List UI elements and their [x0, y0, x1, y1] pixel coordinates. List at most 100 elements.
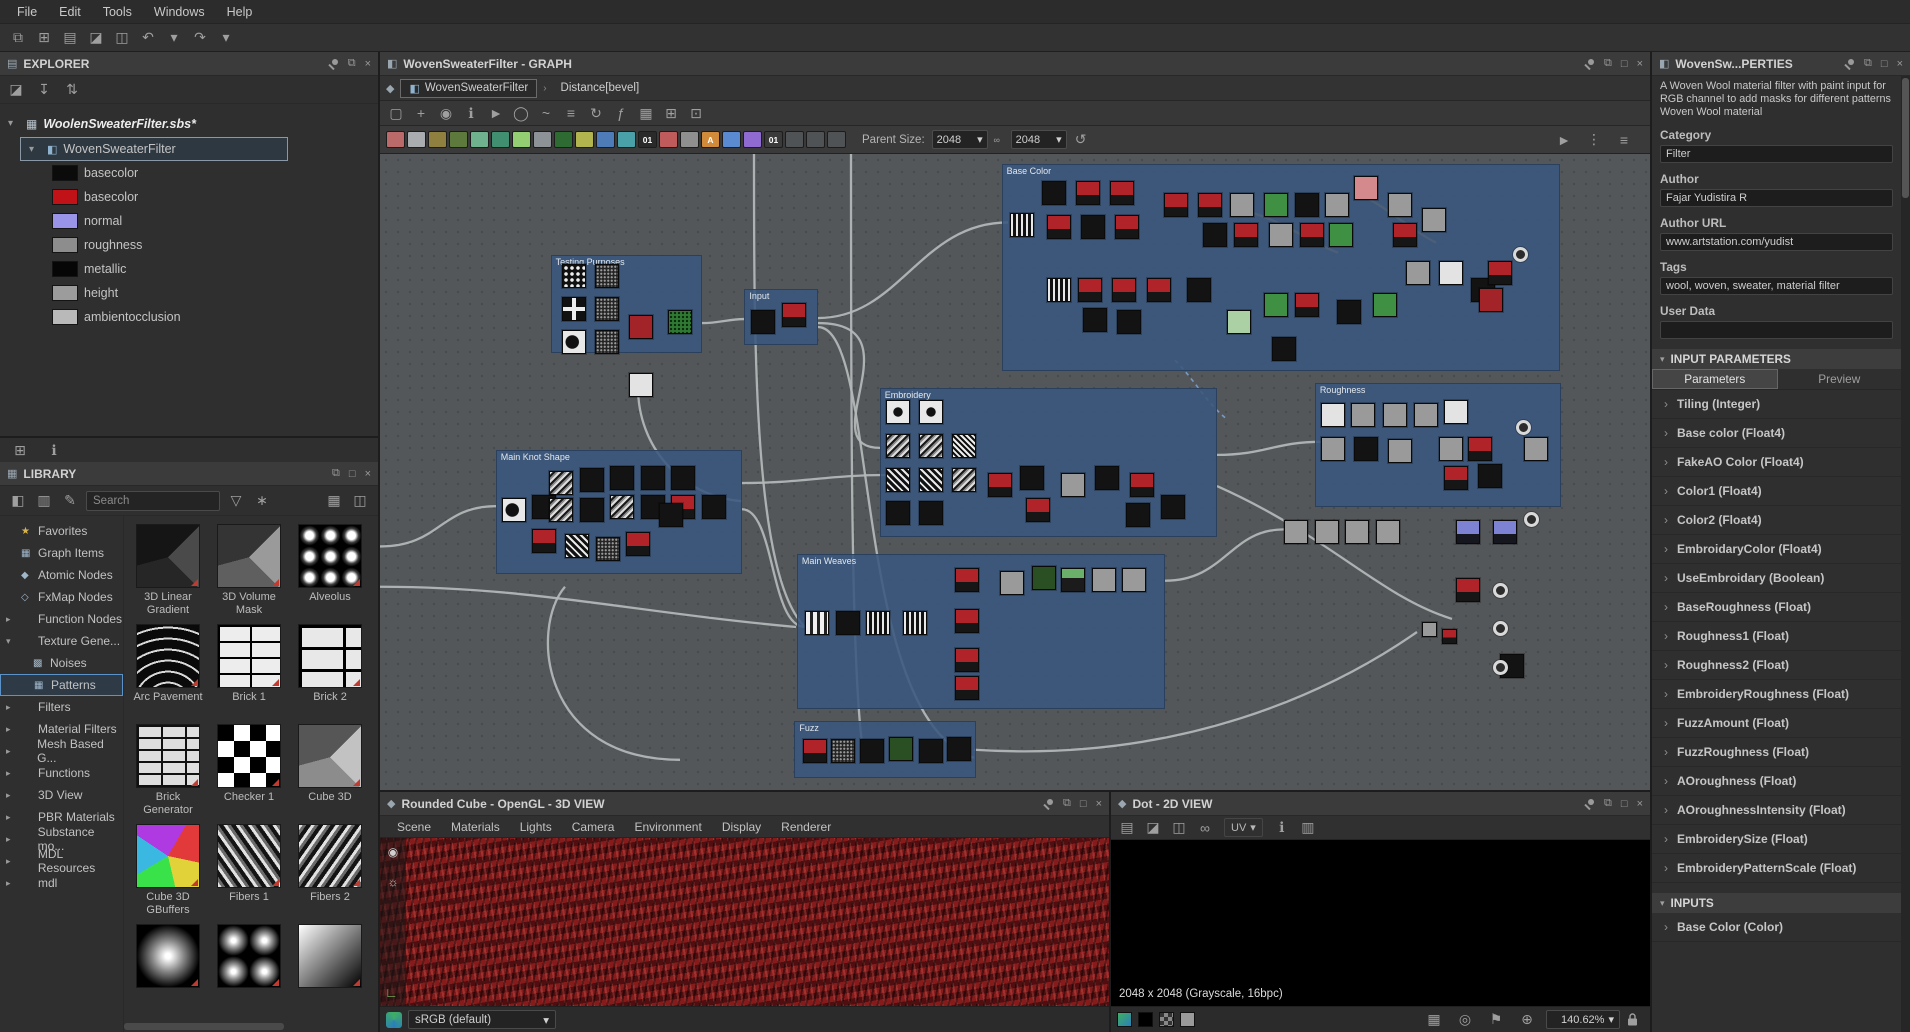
view3d-menu-item[interactable]: Materials [442, 820, 509, 834]
edit-icon[interactable]: ✎ [58, 489, 82, 513]
graph-node[interactable] [1061, 473, 1086, 498]
graph-node[interactable] [561, 263, 586, 288]
graph-node[interactable] [1413, 402, 1438, 427]
expander-icon[interactable]: ▾ [8, 118, 20, 129]
category-arrow-icon[interactable]: ▸ [6, 790, 16, 801]
graph-node[interactable] [565, 534, 590, 559]
graph-node[interactable] [561, 296, 586, 321]
library-category[interactable]: ◆ Atomic Nodes [0, 564, 123, 586]
graph-node[interactable] [1202, 223, 1227, 248]
category-arrow-icon[interactable]: ▸ [6, 768, 16, 779]
directional-motion-node-icon[interactable] [554, 131, 573, 148]
normal-node-icon[interactable] [596, 131, 615, 148]
size-reset-icon[interactable]: ↺ [1069, 128, 1093, 152]
menu-item[interactable]: File [6, 0, 48, 24]
graph-node[interactable] [1046, 214, 1071, 239]
library-item[interactable] [213, 924, 285, 1018]
maximize-icon[interactable]: □ [1080, 798, 1087, 810]
graph-node[interactable] [782, 302, 807, 327]
maximize-icon[interactable]: □ [1881, 58, 1888, 70]
view3d-menu-item[interactable]: Scene [388, 820, 440, 834]
graph-node[interactable] [1324, 193, 1349, 217]
float-icon[interactable]: ⧉ [1604, 57, 1612, 70]
parameter-row[interactable]: › FakeAO Color (Float4) [1652, 448, 1901, 477]
graph-node[interactable] [610, 495, 635, 520]
blend-node-icon[interactable] [407, 131, 426, 148]
graph-node[interactable] [1329, 223, 1354, 248]
pan-icon[interactable]: + [409, 101, 433, 125]
graph-node[interactable] [918, 434, 943, 459]
graph-node[interactable] [1010, 212, 1035, 237]
graph-node[interactable] [1487, 261, 1512, 286]
import-icon[interactable]: ↧ [32, 78, 56, 102]
library-item[interactable]: Brick Generator [132, 724, 204, 818]
close-icon[interactable]: × [1897, 58, 1903, 70]
parameter-row[interactable]: › Base color (Float4) [1652, 419, 1901, 448]
graph-node[interactable] [1456, 519, 1481, 544]
undo-caret-icon[interactable]: ▾ [162, 26, 186, 50]
graph-node[interactable] [1025, 497, 1050, 522]
undo-icon[interactable]: ↶ [136, 26, 160, 50]
graph-node[interactable] [1492, 620, 1508, 636]
graph-node[interactable] [1019, 466, 1044, 490]
uv-mode-select[interactable]: UV ▾ [1224, 818, 1263, 837]
graph-node[interactable] [1268, 223, 1293, 248]
maximize-icon[interactable]: □ [1621, 58, 1628, 70]
library-item[interactable]: 3D Volume Mask [213, 524, 285, 618]
float-icon[interactable]: ⧉ [1063, 797, 1071, 810]
graph-node[interactable] [1046, 278, 1071, 303]
inputs-section-header[interactable]: ▾ INPUTS [1652, 893, 1901, 913]
output-row[interactable]: height [44, 281, 378, 305]
curve-node-icon[interactable] [470, 131, 489, 148]
thumbnails-view-icon[interactable]: ▦ [322, 489, 346, 513]
parameter-row[interactable]: › EmbroideryPatternScale (Float) [1652, 854, 1901, 883]
graph-node[interactable] [1524, 436, 1549, 461]
size-link-icon[interactable]: ∞ [990, 128, 1004, 152]
library-category[interactable]: ★ Favorites [0, 520, 123, 542]
output-row[interactable]: roughness [44, 233, 378, 257]
graph-node[interactable] [626, 531, 651, 556]
graph-node[interactable] [1041, 180, 1066, 205]
menu-item[interactable]: Edit [48, 0, 92, 24]
graph-node[interactable] [561, 329, 586, 354]
library-item-thumbnail[interactable] [298, 524, 362, 588]
graph-node[interactable] [918, 739, 943, 764]
graph-node[interactable] [1392, 223, 1417, 248]
graph-node[interactable] [1353, 436, 1378, 461]
output-row[interactable]: ambientocclusion [44, 305, 378, 329]
zoom-level-input[interactable]: 140.62% ▾ [1546, 1010, 1620, 1029]
graph-node[interactable] [1422, 622, 1438, 638]
pixel-processor-node-icon[interactable] [743, 131, 762, 148]
package-row[interactable]: ▾ ▦ WoolenSweaterFilter.sbs* [0, 110, 378, 137]
input-parameters-section-header[interactable]: ▾ INPUT PARAMETERS [1652, 349, 1901, 369]
comment-icon[interactable] [785, 131, 804, 148]
graph-node[interactable] [667, 310, 692, 334]
graph-node[interactable] [579, 497, 604, 522]
graph-node[interactable] [902, 611, 927, 636]
graph-node[interactable] [1110, 180, 1135, 205]
graph-node[interactable] [1314, 519, 1339, 544]
graph-node[interactable] [501, 497, 526, 522]
screenshot-icon[interactable]: ◉ [434, 101, 458, 125]
save-icon[interactable]: ◪ [84, 26, 108, 50]
parent-size-height-select[interactable]: 2048 ▾ [1010, 130, 1067, 149]
library-item[interactable]: Checker 1 [213, 724, 285, 818]
graph-link-icon[interactable]: ⧉ [6, 26, 30, 50]
library-category[interactable]: ▦ Patterns [0, 674, 123, 696]
graph-node[interactable] [955, 568, 980, 593]
parameter-row[interactable]: › EmbroideryRoughness (Float) [1652, 680, 1901, 709]
close-icon[interactable]: × [365, 468, 371, 480]
material-mode-swatch[interactable] [1117, 1012, 1132, 1027]
open-icon[interactable]: ▤ [58, 26, 82, 50]
colorspace-select[interactable]: sRGB (default) ▾ [408, 1010, 556, 1029]
graph-node[interactable] [1444, 400, 1468, 425]
graph-node[interactable] [1229, 193, 1254, 217]
maximize-icon[interactable]: □ [349, 468, 356, 480]
sync-icon[interactable]: ⇅ [60, 78, 84, 102]
graph-node[interactable] [1515, 419, 1531, 435]
parameter-row[interactable]: › Roughness1 (Float) [1652, 622, 1901, 651]
output-row[interactable]: basecolor [44, 185, 378, 209]
pin-icon[interactable] [1583, 798, 1595, 810]
output-row[interactable]: basecolor [44, 161, 378, 185]
output-row[interactable]: metallic [44, 257, 378, 281]
